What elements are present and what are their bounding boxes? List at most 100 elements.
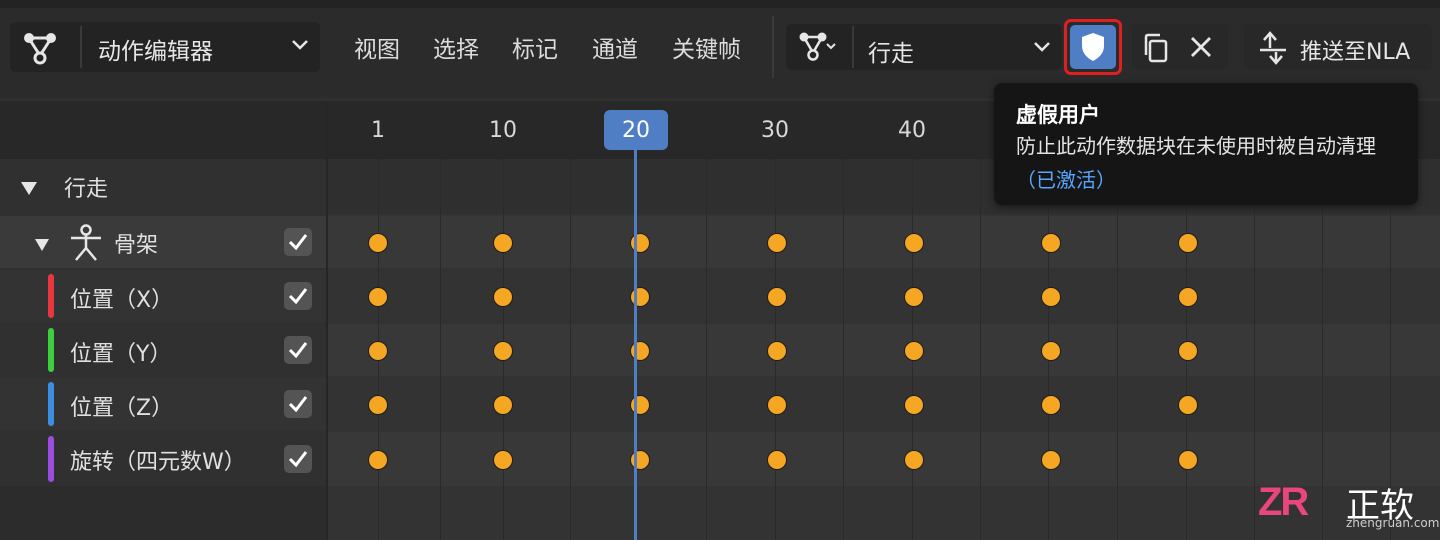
region-divider[interactable] <box>326 101 328 540</box>
channel-rotation-w[interactable]: 旋转（四元数W） <box>0 432 326 486</box>
keyframe-dot[interactable] <box>1178 233 1198 253</box>
current-frame-indicator[interactable]: 20 <box>604 110 668 150</box>
keyframe-dot[interactable] <box>493 450 513 470</box>
chevron-down-icon <box>290 35 310 59</box>
keyframe-dot[interactable] <box>1178 450 1198 470</box>
grid-line <box>980 159 981 540</box>
keyframe-dot[interactable] <box>1041 233 1061 253</box>
keyframe-dot[interactable] <box>630 233 650 253</box>
shield-icon <box>1080 32 1106 66</box>
menu-marker[interactable]: 标记 <box>512 30 558 64</box>
channel-label: 位置（Y） <box>70 342 172 367</box>
grid-line <box>706 159 707 540</box>
keyframe-dot[interactable] <box>904 395 924 415</box>
keyframe-dot[interactable] <box>767 233 787 253</box>
tick-label: 1 <box>371 118 385 143</box>
close-icon[interactable] <box>1188 34 1214 64</box>
keyframe-dot[interactable] <box>630 341 650 361</box>
armature-label: 骨架 <box>114 233 159 258</box>
keyframe-dot[interactable] <box>630 287 650 307</box>
channel-location-z[interactable]: 位置（Z） <box>0 378 326 430</box>
playhead-line[interactable] <box>634 150 637 540</box>
keyframe-dot[interactable] <box>904 287 924 307</box>
keyframe-dot[interactable] <box>767 395 787 415</box>
action-name: 行走 <box>868 41 914 67</box>
triangle-down-icon[interactable] <box>34 237 50 256</box>
keyframe-dot[interactable] <box>767 341 787 361</box>
menu-view[interactable]: 视图 <box>354 30 400 64</box>
tooltip-title: 虚假用户 <box>1016 103 1100 127</box>
grid-line <box>440 159 441 540</box>
channel-action-summary[interactable]: 行走 <box>0 159 326 214</box>
keyframe-dot[interactable] <box>630 395 650 415</box>
keyframe-dot[interactable] <box>1178 287 1198 307</box>
keyframe-dot[interactable] <box>1041 341 1061 361</box>
keyframe-dot[interactable] <box>368 450 388 470</box>
channel-label: 位置（X） <box>70 288 174 313</box>
menu-channel[interactable]: 通道 <box>592 30 638 64</box>
channel-enable-checkbox[interactable] <box>284 336 312 364</box>
keyframe-dot[interactable] <box>368 233 388 253</box>
grid-line <box>843 159 844 540</box>
watermark-logo: ZR <box>1258 480 1309 524</box>
channel-color-bar <box>48 328 54 372</box>
fake-user-tooltip: 虚假用户 防止此动作数据块在未使用时被自动清理 （已激活） <box>994 83 1418 205</box>
tooltip-status: （已激活） <box>1016 168 1116 192</box>
selector-divider <box>80 26 82 68</box>
grid-line <box>1117 159 1118 540</box>
triangle-down-icon[interactable] <box>20 180 38 200</box>
keyframe-dot[interactable] <box>1178 395 1198 415</box>
keyframe-dot[interactable] <box>493 341 513 361</box>
keyframe-dot[interactable] <box>368 341 388 361</box>
watermark-url: zhengruan.com <box>1346 516 1440 530</box>
channel-armature[interactable]: 骨架 <box>0 216 326 268</box>
channel-label: 位置（Z） <box>70 396 174 421</box>
grid-line <box>570 159 571 540</box>
fake-user-button[interactable] <box>1070 25 1116 69</box>
action-selector[interactable]: 行走 <box>786 24 1062 70</box>
push-down-icon <box>1258 30 1288 70</box>
header-top-strip <box>0 0 1440 8</box>
channel-enable-checkbox[interactable] <box>284 390 312 418</box>
action-editor-icon <box>20 28 60 72</box>
keyframe-dot[interactable] <box>1041 450 1061 470</box>
keyframe-dot[interactable] <box>630 450 650 470</box>
keyframe-dot[interactable] <box>1178 341 1198 361</box>
keyframe-dot[interactable] <box>368 395 388 415</box>
keyframe-dot[interactable] <box>904 450 924 470</box>
tooltip-description: 防止此动作数据块在未使用时被自动清理 <box>1016 134 1376 158</box>
menu-keyframe[interactable]: 关键帧 <box>672 30 741 64</box>
watermark: ZR 正软 zhengruan.com <box>1258 474 1439 534</box>
action-browse-icon[interactable] <box>796 28 836 70</box>
channel-header-area <box>0 101 328 159</box>
keyframe-dot[interactable] <box>493 233 513 253</box>
action-summary-label: 行走 <box>64 177 109 202</box>
push-down-button[interactable]: 推送至NLA <box>1244 24 1432 70</box>
keyframe-dot[interactable] <box>904 341 924 361</box>
keyframe-dot[interactable] <box>368 287 388 307</box>
channel-enable-checkbox[interactable] <box>284 445 312 473</box>
keyframe-dot[interactable] <box>767 287 787 307</box>
channel-location-x[interactable]: 位置（X） <box>0 270 326 322</box>
channel-list-empty-area <box>0 486 326 540</box>
keyframe-dot[interactable] <box>767 450 787 470</box>
keyframe-dot[interactable] <box>1041 395 1061 415</box>
editor-type-label: 动作编辑器 <box>98 39 213 65</box>
armature-icon <box>68 224 104 266</box>
tick-label: 40 <box>898 118 926 143</box>
channel-color-bar <box>48 382 54 426</box>
channel-color-bar <box>48 436 54 482</box>
channel-color-bar <box>48 274 54 318</box>
tick-label: 30 <box>761 118 789 143</box>
channel-location-y[interactable]: 位置（Y） <box>0 324 326 376</box>
keyframe-dot[interactable] <box>904 233 924 253</box>
menu-select[interactable]: 选择 <box>433 30 479 64</box>
header-separator <box>772 16 774 78</box>
channel-enable-checkbox[interactable] <box>284 282 312 310</box>
armature-enable-checkbox[interactable] <box>284 228 312 256</box>
keyframe-dot[interactable] <box>1041 287 1061 307</box>
keyframe-dot[interactable] <box>493 395 513 415</box>
keyframe-dot[interactable] <box>493 287 513 307</box>
editor-type-selector[interactable]: 动作编辑器 <box>10 22 320 72</box>
duplicate-icon[interactable] <box>1140 32 1172 68</box>
